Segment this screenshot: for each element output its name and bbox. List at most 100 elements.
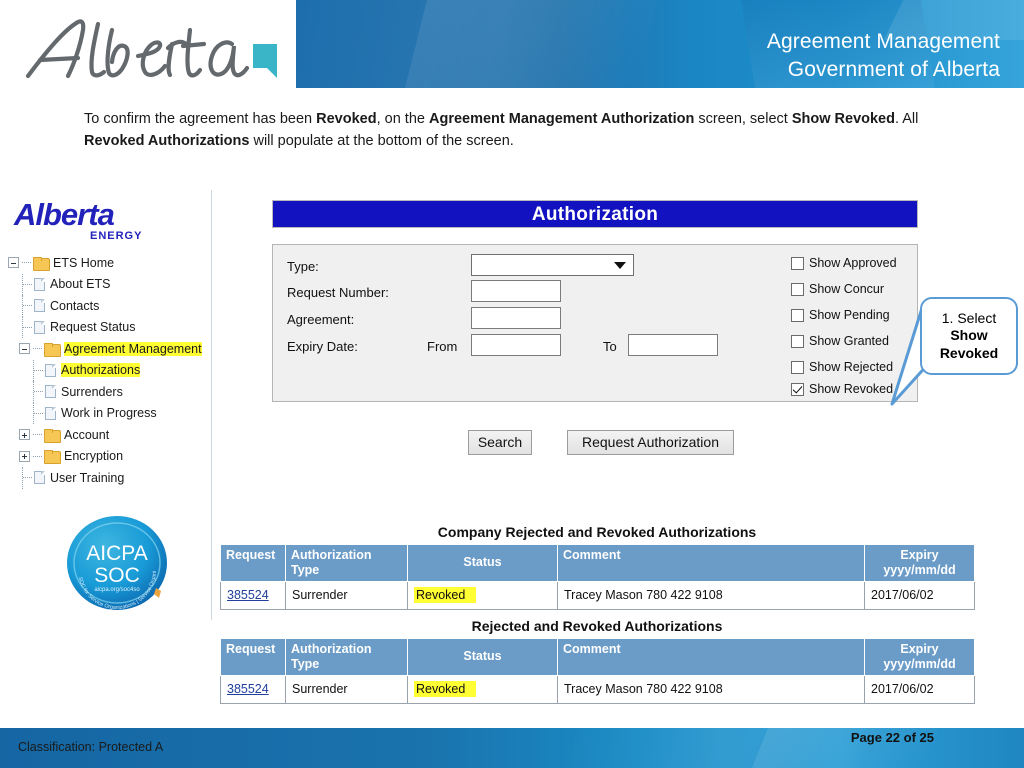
- sidebar-item-request-status[interactable]: Request Status: [8, 316, 213, 338]
- table-header-row: Request Authorization Type Status Commen…: [220, 544, 975, 582]
- page-icon: [45, 385, 56, 399]
- sidebar-item-label: Surrenders: [61, 384, 123, 399]
- folder-icon: [44, 450, 61, 465]
- sidebar-item-surrenders[interactable]: Surrenders: [8, 381, 213, 403]
- request-link[interactable]: 385524: [227, 682, 269, 696]
- status-badge: Revoked: [414, 681, 477, 697]
- instruction-part1: To confirm the agreement has been: [84, 111, 317, 127]
- expand-toggle-icon[interactable]: [19, 450, 30, 462]
- callout-line1: 1. Select: [941, 309, 997, 326]
- folder-icon: [33, 256, 50, 271]
- checkbox-icon[interactable]: [791, 308, 804, 322]
- alberta-wordmark-logo: [20, 14, 290, 84]
- page-icon: [45, 406, 56, 420]
- from-label: From: [427, 339, 458, 354]
- type-select[interactable]: [471, 254, 634, 276]
- sidebar-item-label: About ETS: [50, 277, 111, 292]
- col-header-expiry-line1: Expiry: [900, 548, 939, 562]
- instruction-part4: . All: [894, 111, 919, 127]
- header-title-line1: Agreement Management: [766, 30, 1000, 53]
- sidebar-item-label: Account: [64, 427, 110, 442]
- checkbox-checked-icon[interactable]: [791, 382, 804, 396]
- col-header-status: Status: [407, 544, 558, 582]
- checkbox-icon[interactable]: [791, 256, 804, 270]
- sidebar-item-contacts[interactable]: Contacts: [8, 295, 213, 317]
- col-header-type-line1: Authorization: [291, 548, 372, 562]
- page-icon: [34, 320, 45, 334]
- table-caption: Rejected and Revoked Authorizations: [471, 618, 723, 634]
- callout-line3: Revoked: [939, 344, 999, 361]
- checkbox-icon[interactable]: [791, 360, 804, 374]
- checkbox-label: Show Approved: [809, 256, 897, 270]
- table-caption: Company Rejected and Revoked Authorizati…: [437, 524, 757, 540]
- collapse-toggle-icon[interactable]: [19, 343, 30, 355]
- checkbox-show-approved[interactable]: Show Approved: [791, 256, 897, 270]
- to-label: To: [603, 339, 617, 354]
- tree-connector: [33, 434, 42, 436]
- classification-label: Classification: Protected A: [18, 740, 164, 754]
- sidebar-item-label: Encryption: [64, 449, 124, 464]
- folder-icon: [44, 342, 61, 357]
- instruction-bold1: Revoked: [316, 111, 377, 127]
- svg-text:ENERGY: ENERGY: [90, 230, 142, 242]
- company-rejected-revoked-table: Request Authorization Type Status Commen…: [220, 544, 975, 610]
- checkbox-icon[interactable]: [791, 282, 804, 296]
- sidebar-item-label: Request Status: [50, 320, 136, 335]
- sidebar-item-user-training[interactable]: User Training: [8, 467, 213, 489]
- request-link[interactable]: 385524: [227, 588, 269, 602]
- checkbox-icon[interactable]: [791, 334, 804, 348]
- request-number-input[interactable]: [471, 280, 561, 302]
- instruction-bold3: Show Revoked: [791, 111, 895, 127]
- sidebar-item-account[interactable]: Account: [8, 424, 213, 446]
- expiry-from-input[interactable]: [471, 334, 561, 356]
- col-header-request: Request: [220, 544, 286, 582]
- sidebar-item-label: Agreement Management: [64, 341, 202, 356]
- instruction-part2: , on the: [376, 111, 429, 127]
- collapse-toggle-icon[interactable]: [8, 257, 19, 269]
- sidebar-item-work-in-progress[interactable]: Work in Progress: [8, 402, 213, 424]
- cell-expiry: 2017/06/02: [864, 674, 975, 704]
- folder-icon: [44, 428, 61, 443]
- request-number-label: Request Number:: [287, 285, 389, 300]
- col-header-comment: Comment: [557, 638, 865, 676]
- sidebar-item-agreement-management[interactable]: Agreement Management: [8, 338, 213, 360]
- tree-connector: [34, 369, 43, 371]
- instruction-part5: will populate at the bottom of the scree…: [249, 133, 514, 150]
- sidebar-item-authorizations[interactable]: Authorizations: [8, 359, 213, 381]
- instruction-bold2: Agreement Management Authorization: [429, 111, 695, 127]
- tree-connector: [23, 326, 32, 328]
- expiry-to-input[interactable]: [628, 334, 718, 356]
- page-header: Agreement Management Government of Alber…: [0, 0, 1024, 88]
- sidebar-item-label: User Training: [50, 470, 125, 485]
- col-header-type-line1: Authorization: [291, 642, 372, 656]
- table-row: 385524 Surrender Revoked Tracey Mason 78…: [220, 674, 975, 704]
- expand-toggle-icon[interactable]: [19, 429, 30, 441]
- sidebar-item-ets-home[interactable]: ETS Home: [8, 252, 213, 274]
- header-banner: Agreement Management Government of Alber…: [296, 0, 1024, 88]
- col-header-expiry: Expiry yyyy/mm/dd: [864, 544, 975, 582]
- page-icon: [34, 471, 45, 485]
- col-header-authorization-type: Authorization Type: [285, 544, 408, 582]
- tree-connector: [34, 391, 43, 393]
- header-title-block: Agreement Management Government of Alber…: [767, 28, 1000, 83]
- aicpa-line3: aicpa.org/soc4so: [94, 587, 140, 593]
- col-header-comment: Comment: [557, 544, 865, 582]
- chevron-down-icon: [614, 262, 626, 269]
- agreement-input[interactable]: [471, 307, 561, 329]
- rejected-revoked-table: Request Authorization Type Status Commen…: [220, 638, 975, 704]
- navigation-tree: ETS Home About ETS Contacts Request Stat…: [8, 252, 213, 489]
- sidebar-item-encryption[interactable]: Encryption: [8, 446, 213, 468]
- search-button[interactable]: Search: [468, 430, 532, 455]
- col-header-expiry-line1: Expiry: [900, 642, 939, 656]
- svg-text:Alberta: Alberta: [13, 197, 115, 232]
- col-header-expiry-line2: yyyy/mm/dd: [883, 656, 956, 671]
- callout-line2: Show: [950, 327, 988, 344]
- sidebar-item-about-ets[interactable]: About ETS: [8, 273, 213, 295]
- table-row: 385524 Surrender Revoked Tracey Mason 78…: [220, 580, 975, 610]
- request-authorization-button[interactable]: Request Authorization: [567, 430, 734, 455]
- tree-connector: [23, 305, 32, 307]
- cell-status: Revoked: [407, 674, 558, 704]
- aicpa-soc-badge: AICPA SOC aicpa.org/soc4so SOC for Servi…: [63, 508, 170, 614]
- cell-status: Revoked: [407, 580, 558, 610]
- authorization-panel-title: Authorization: [272, 200, 918, 228]
